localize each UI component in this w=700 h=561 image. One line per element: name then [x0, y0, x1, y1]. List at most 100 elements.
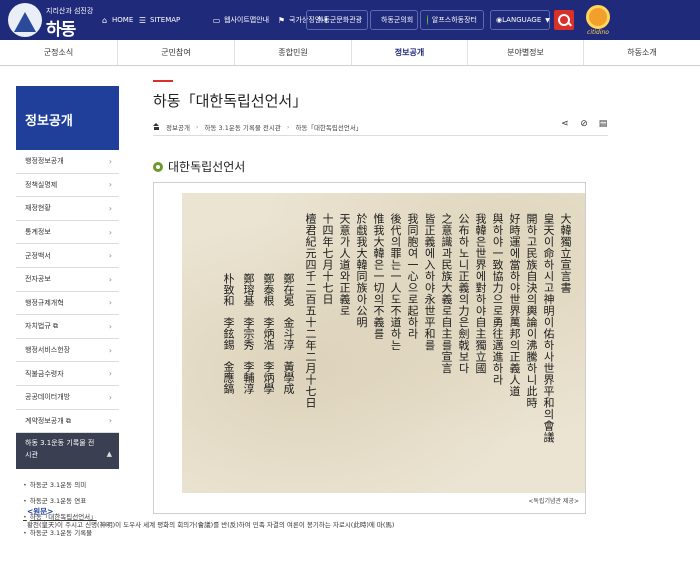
nav-field-info[interactable]: 분야별정보 [467, 40, 583, 65]
declaration-column: 公布하노니正義의力은劍戟보다 [457, 213, 469, 374]
flag-icon: ⚑ [277, 15, 286, 25]
sidebar-item-label: 공공데이터개방 [25, 393, 71, 402]
signature-column: 鄭瑢基 李宗秀 李輔淳 [242, 273, 255, 394]
sidebar-item-label: 전자공보 [25, 275, 51, 284]
chevron-right-icon: › [108, 227, 112, 237]
sidebar-item-contract[interactable]: 계약정보공개 ⧉ › [16, 410, 119, 434]
sidebar-item-whitepaper[interactable]: 군정백서 › [16, 244, 119, 268]
sidebar-item-ordinance[interactable]: 자치법규 ⧉ › [16, 315, 119, 339]
hadong-logo[interactable]: 지리산과 섬진강 하동 [8, 3, 100, 40]
print-icon[interactable]: ▤ [598, 119, 608, 129]
council-label: 하동군의회 [381, 16, 414, 24]
screen-icon: ▭ [212, 15, 221, 25]
external-link-icon: ⧉ [65, 416, 71, 425]
declaration-column: 十四年七月十七日 [321, 213, 333, 305]
culture-tour-link[interactable]: 하동군문화관광 [306, 10, 368, 30]
original-text: 황천(皇天)이 주시고 신명(神明)이 도우사 세계 평화의 회의가(會議)를 … [27, 521, 395, 529]
main-navigation: 군정소식 군민참여 종합민원 정보공개 분야별정보 하동소개 [0, 40, 700, 66]
sidebar-item-policy[interactable]: 정책실명제 › [16, 174, 119, 198]
breadcrumb-item[interactable]: 하동 3.1운동 기록물 전시관 [205, 122, 281, 132]
home-link[interactable]: ⌂ HOME [100, 13, 133, 27]
sidebar-item-finance[interactable]: 재정현황 › [16, 197, 119, 221]
sidebar-item-label: 행정서비스헌장 [25, 346, 71, 355]
signature-column: 鄭在冕 金斗淳 黃學成 [282, 273, 295, 394]
breadcrumb: 정보공개 › 하동 3.1운동 기록물 전시관 › 하동「대한독립선언서」 [153, 118, 608, 136]
external-link-icon: ⧉ [53, 322, 58, 331]
breadcrumb-item[interactable]: 정보공개 [166, 122, 190, 132]
bullet-icon [153, 161, 163, 172]
sidebar-active-label: 하동 3.1운동 기록물 전 [25, 439, 95, 448]
declaration-column: 開하고民族自決의輿論이沸騰하니此時 [525, 213, 537, 409]
chevron-right-icon: › [108, 251, 112, 261]
nav-participation[interactable]: 군민참여 [117, 40, 234, 65]
chevron-right-icon: › [108, 156, 112, 166]
declaration-column: 我同胞여一心으로起하라 [406, 213, 418, 340]
sidebar-item-regulation[interactable]: 행정규제개혁 › [16, 292, 119, 316]
breadcrumb-separator: › [286, 122, 290, 131]
declaration-column: 我韓은世界에對하야自主獨立國 [474, 213, 486, 374]
snail-mascot-icon [586, 5, 610, 29]
chevron-up-icon: ▲ [106, 450, 112, 459]
sidebar-active-label-2: 시관 [25, 451, 38, 460]
sidebar-item-label: 계약정보공개 ⧉ [25, 416, 71, 426]
sidebar-item-label: 정책실명제 [25, 180, 58, 189]
sidebar-item-label: 군정백서 [25, 251, 51, 260]
sidebar-item-label: 행정정보공개 [25, 157, 64, 166]
declaration-column: 天意가人道와正義로 [338, 213, 350, 317]
chevron-right-icon: › [108, 369, 112, 379]
sitemap-label: SITEMAP [150, 16, 181, 24]
home-label: HOME [112, 16, 134, 24]
declaration-column: 大韓獨立宣言書 [559, 213, 571, 294]
sidebar-item-statistics[interactable]: 통계정보 › [16, 221, 119, 245]
link-icon[interactable]: ⊘ [579, 119, 589, 129]
chevron-right-icon: › [108, 392, 112, 402]
page-tools: ⋖ ⊘ ▤ [560, 119, 608, 129]
market-link[interactable]: 알프스하동장터 [420, 10, 484, 30]
submenu-meaning[interactable]: 하동군 3.1운동 의미 [23, 477, 119, 493]
signature-column: 鄭泰根 李炳浩 李炳學 [262, 273, 275, 394]
sidebar-item-label: 통계정보 [25, 228, 51, 237]
declaration-column: 之意識과民族大義로自主를宣言 [440, 213, 452, 374]
nav-about[interactable]: 하동소개 [583, 40, 700, 65]
sidebar-item-label: 자치법규 ⧉ [25, 321, 58, 331]
language-select[interactable]: ◉ LANGUAGE ▼ [490, 10, 550, 30]
web-guide-label: 웹사이트맵안내 [224, 16, 270, 24]
council-link[interactable]: 하동군의회 [370, 10, 418, 30]
sidebar-item-subsidy[interactable]: 직불금수령자 › [16, 362, 119, 386]
declaration-column: 皇天이命하시고神明이佑하사世界平和의會議 [542, 213, 554, 443]
home-icon[interactable] [153, 123, 160, 130]
breadcrumb-item[interactable]: 하동「대한독립선언서」 [295, 122, 362, 132]
sidebar-item-archive[interactable]: 하동 3.1운동 기록물 전 시관 ▲ [16, 433, 119, 470]
mascot-logo[interactable]: citidino [580, 2, 616, 38]
breadcrumb-separator: › [195, 122, 199, 131]
original-text-label: <원문> [27, 507, 54, 516]
declaration-column: 於戱我大韓同族아公明 [355, 213, 367, 328]
page-title: 하동「대한독립선언서」 [153, 92, 308, 110]
market-label: 알프스하동장터 [431, 16, 477, 24]
sidebar-item-admin-info[interactable]: 행정정보공개 › [16, 150, 119, 174]
share-icon[interactable]: ⋖ [560, 119, 570, 129]
sidebar-item-gazette[interactable]: 전자공보 › [16, 268, 119, 292]
sidebar-item-open-data[interactable]: 공공데이터개방 › [16, 386, 119, 410]
mascot-text: citidino [587, 29, 609, 36]
nav-info-disclosure[interactable]: 정보공개 [351, 40, 467, 65]
declaration-image: 大韓獨立宣言書 皇天이命하시고神明이佑하사世界平和의會議 開하고民族自決의輿論이沸騰… [182, 193, 585, 493]
section-title: 대한독립선언서 [168, 160, 246, 174]
document-frame: 大韓獨立宣言書 皇天이命하시고神明이佑하사世界平和의會議 開하고民族自決의輿論이沸騰… [153, 182, 586, 514]
sitemap-link[interactable]: ☰ SITEMAP [138, 13, 180, 27]
market-icon [427, 15, 428, 25]
sidebar-item-label: 재정현황 [25, 204, 51, 213]
sidebar-item-charter[interactable]: 행정서비스헌장 › [16, 339, 119, 363]
culture-tour-label: 하동군문화관광 [317, 16, 363, 24]
search-button[interactable] [554, 10, 574, 30]
nav-news[interactable]: 군정소식 [0, 40, 117, 65]
sidebar: 정보공개 행정정보공개 › 정책실명제 › 재정현황 › 통계정보 › 군정백서 › 전자… [16, 86, 119, 541]
web-guide-link[interactable]: ▭ 웹사이트맵안내 [212, 13, 269, 27]
declaration-text: 大韓獨立宣言書 皇天이命하시고神明이佑하사世界平和의會議 開하고民族自決의輿論이沸騰… [194, 213, 574, 483]
chevron-down-icon: ▼ [545, 16, 550, 24]
top-header: 지리산과 섬진강 하동 ⌂ HOME ☰ SITEMAP ▭ 웹사이트맵안내 ⚑ 국가상… [0, 0, 700, 40]
nav-civil-service[interactable]: 종합민원 [234, 40, 351, 65]
sidebar-item-label: 직불금수령자 [25, 369, 64, 378]
chevron-right-icon: › [108, 203, 112, 213]
logo-text: 하동 [46, 20, 76, 40]
